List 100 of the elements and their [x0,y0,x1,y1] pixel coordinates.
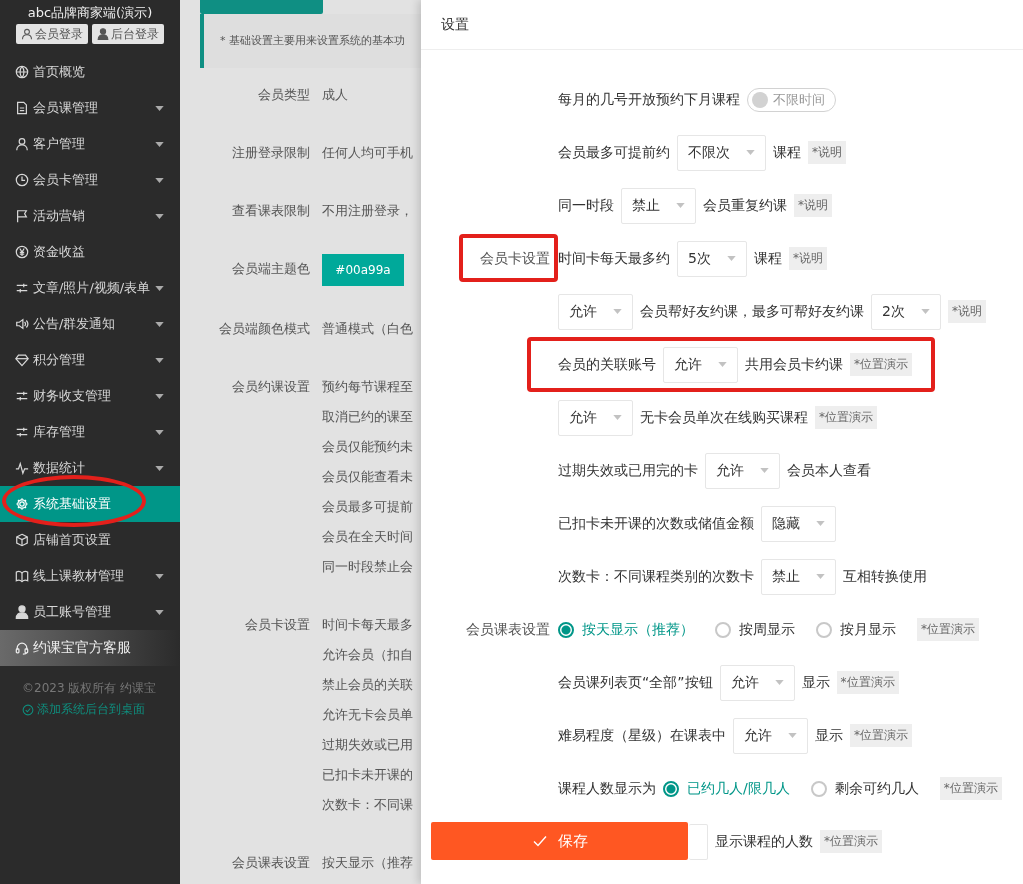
field-label: 会员端主题色 [231,260,310,278]
hint-tag: *位置演示 [917,618,979,641]
setting-text: 会员本人查看 [787,461,871,480]
nav-item[interactable]: 系统基础设置 [0,486,180,522]
field-label: 注册登录限制 [231,144,310,162]
hint-tag: *位置演示 [850,353,912,376]
caret-icon [774,680,784,685]
nav-item[interactable]: 数据统计 [0,450,180,486]
field-value: 普通模式（白色 [322,320,413,338]
sliders-icon [15,425,29,439]
setting-text: 会员课列表页“全部”按钮 [558,673,713,692]
nav-item[interactable]: 资金收益 [0,234,180,270]
yen-icon [15,245,29,259]
nav-item[interactable]: 员工账号管理 [0,594,180,630]
caret-icon [718,362,727,367]
setting-text: 会员的关联账号 [558,355,656,374]
desktop-link[interactable]: 添加系统后台到桌面 [0,697,180,718]
nav-item[interactable]: 库存管理 [0,414,180,450]
settings-icon [15,497,29,511]
field-value: 次数卡：不同课 [322,796,413,814]
field-label: 查看课表限制 [231,202,310,220]
nav-item[interactable]: 财务收支管理 [0,378,180,414]
person-icon [15,137,29,151]
setting-text: 会员帮好友约课，最多可帮好友约课 [640,302,864,321]
dropdown[interactable]: 允许 [733,717,808,754]
caret-icon [760,468,769,473]
field-label: 会员卡设置 [244,616,310,634]
dropdown[interactable]: 允许 [663,346,738,383]
hint-tag: *说明 [794,194,832,217]
setting-text: 显示 [815,726,843,745]
sliders-icon [15,281,29,295]
dropdown[interactable]: 允许 [705,452,780,489]
dropdown[interactable]: 允许 [558,399,633,436]
sliders-icon [15,389,29,403]
radio-button[interactable] [810,780,827,797]
field-value: 已扣卡未开课的 [322,766,413,784]
dropdown[interactable]: 禁止 [621,187,696,224]
dropdown[interactable]: 不限次 [677,134,766,171]
nav-item[interactable]: 线上课教材管理 [0,558,180,594]
person-icon [21,28,33,40]
headset-icon [15,641,29,655]
field-label: 会员类型 [257,86,310,104]
radio-button[interactable] [715,621,731,638]
caret-icon [676,203,685,208]
flag-icon [15,209,29,223]
nav-item[interactable]: 积分管理 [0,342,180,378]
nav-item[interactable]: 会员卡管理 [0,162,180,198]
field-value: 同一时段禁止会 [322,558,413,576]
caret-icon [727,256,736,261]
hint-tag: *说明 [808,141,846,164]
nav-item[interactable]: 客户管理 [0,126,180,162]
setting-text: 已扣卡未开课的次数或储值金额 [558,514,754,533]
radio-button[interactable] [663,780,679,797]
radio-label: 剩余可约几人 [834,779,919,798]
globe-icon [15,65,29,79]
cube-icon [15,533,29,547]
clock-icon [15,173,29,187]
radio-label: 按周显示 [739,620,795,639]
caret-icon [613,309,622,314]
nav-item[interactable]: 店铺首页设置 [0,522,180,558]
dropdown[interactable]: 允许 [719,664,795,701]
field-value: 会员在全天时间 [322,528,413,546]
dropdown[interactable]: 允许 [558,293,633,330]
nav-item[interactable]: 会员课管理 [0,90,180,126]
field-value: 允许会员（扣自 [322,646,413,664]
brand-title: abc品牌商家端(演示) [26,4,154,22]
field-value: 过期失效或已用 [322,736,413,754]
setting-text: 过期失效或已用完的卡 [558,461,698,480]
document-icon [15,101,29,115]
radio-button[interactable] [816,621,832,638]
nav-item[interactable]: 文章/照片/视频/表单 [0,270,180,306]
field-value: 任何人均可手机 [322,144,413,162]
field-value: 按天显示（推荐 [322,854,413,872]
setting-text: 时间卡每天最多约 [558,249,670,268]
dropdown[interactable] [689,823,708,860]
radio-label: 按月显示 [840,620,896,639]
field-label: 会员约课设置 [231,378,310,396]
dropdown[interactable]: 2次 [871,293,941,330]
setting-text: 共用会员卡约课 [745,355,843,374]
nav-item[interactable]: 公告/群发通知 [0,306,180,342]
nav-item[interactable]: 活动营销 [0,198,180,234]
setting-text: 课程 [773,143,801,162]
setting-text: 次数卡：不同课程类别的次数卡 [558,567,754,586]
field-value: 会员最多可提前 [322,498,413,516]
field-value: 会员仅能查看未 [322,468,413,486]
login-button[interactable]: 会员登录 [16,24,88,44]
caret-icon [613,415,622,420]
setting-label: 会员课表设置 [466,620,550,639]
dropdown[interactable]: 隐藏 [761,505,836,542]
caret-icon [816,521,825,526]
field-value: 不用注册登录， [322,202,413,220]
dropdown[interactable]: 禁止 [761,558,836,595]
caret-icon [746,150,755,155]
field-label: 会员端颜色模式 [218,320,310,338]
hint-tag: *位置演示 [815,406,877,429]
hint-tag: *位置演示 [836,671,899,694]
login-button[interactable]: 后台登录 [92,24,164,44]
nav-item[interactable]: 首页概览 [0,54,180,90]
radio-button[interactable] [558,621,574,638]
dropdown[interactable]: 5次 [677,240,747,277]
